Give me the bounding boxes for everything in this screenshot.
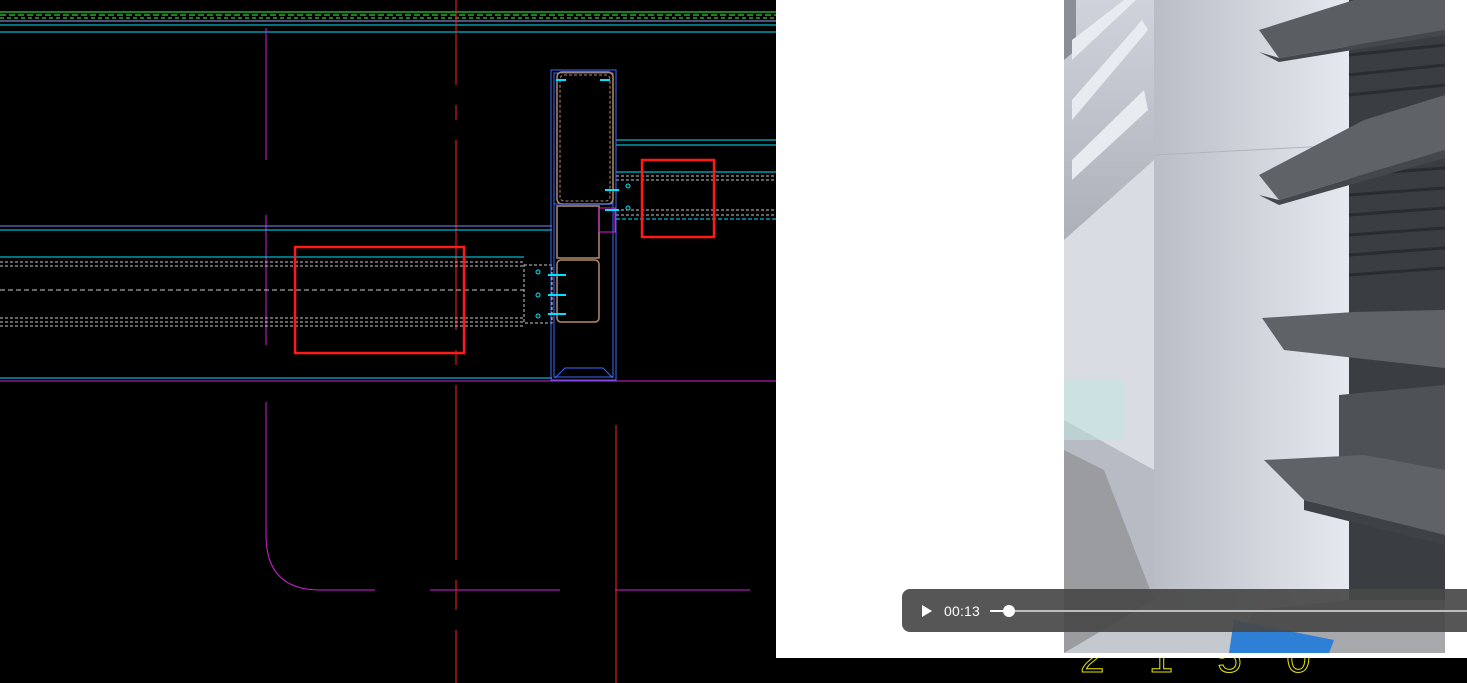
seek-track	[990, 609, 1467, 612]
video-controls-bar: 00:13	[902, 589, 1467, 632]
seek-slider[interactable]	[990, 602, 1467, 620]
seek-thumb[interactable]	[1003, 604, 1016, 617]
video-popup-panel: 00:13	[776, 0, 1467, 658]
play-button[interactable]	[918, 602, 936, 620]
video-frame[interactable]	[1064, 0, 1445, 653]
facade-photo	[1064, 0, 1445, 653]
play-icon	[922, 604, 932, 617]
current-time: 00:13	[944, 602, 981, 619]
